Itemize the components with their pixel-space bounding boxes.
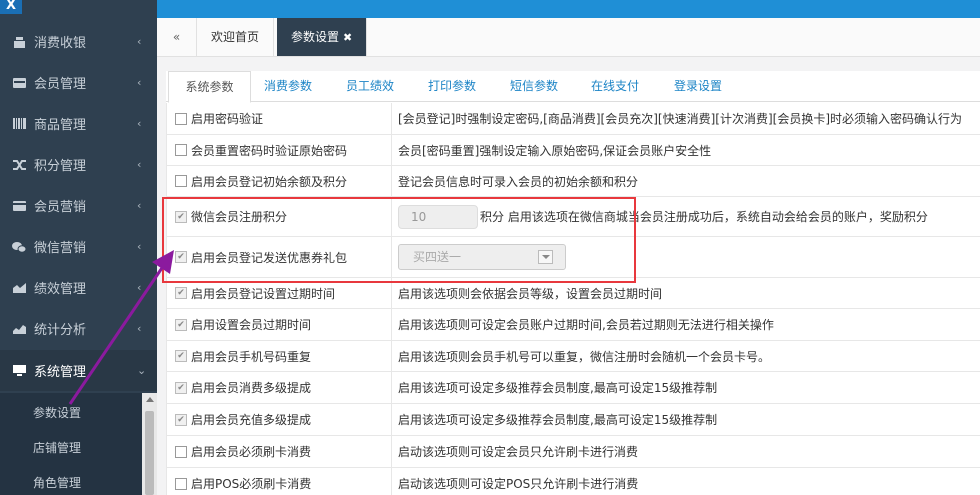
checkbox[interactable] <box>175 175 187 187</box>
subtab-consume[interactable]: 消费参数 <box>251 71 325 102</box>
sidebar-item-statistics[interactable]: 统计分析 ‹ <box>0 308 157 349</box>
sidebar-item-system[interactable]: 系统管理 ⌄ <box>0 350 157 391</box>
table-row: ✔ 启用会员充值多级提成 启用该选项可设定多级推荐会员制度,最高可设定15级推荐制 <box>166 404 980 436</box>
chevron-left-icon: ‹ <box>137 158 142 171</box>
subtab-sms[interactable]: 短信参数 <box>497 71 571 102</box>
table-row: ✔ 启用会员消费多级提成 启用该选项可设定多级推荐会员制度,最高可设定15级推荐制 <box>166 372 980 404</box>
chevron-left-icon: ‹ <box>137 240 142 253</box>
table-row: 启用会员登记初始余额及积分 登记会员信息时可录入会员的初始余额和积分 <box>166 166 980 197</box>
checkbox[interactable] <box>175 477 187 490</box>
subtab-print[interactable]: 打印参数 <box>415 71 489 102</box>
sidebar-item-performance[interactable]: 绩效管理 ‹ <box>0 267 157 308</box>
system-submenu: 参数设置 店铺管理 角色管理 <box>0 393 157 495</box>
table-row: ✔ 启用会员登记发送优惠券礼包 买四送一 <box>166 237 980 278</box>
logo-icon: X <box>0 0 22 14</box>
tab-params[interactable]: 参数设置 ✖ <box>277 18 368 56</box>
sidebar-item-points[interactable]: 积分管理 ‹ <box>0 144 157 185</box>
chevron-left-icon: ‹ <box>137 35 142 48</box>
chevron-left-icon: ‹ <box>137 281 142 294</box>
monitor-icon <box>12 364 26 378</box>
subtab-payment[interactable]: 在线支付 <box>578 71 652 102</box>
settings-panel: 系统参数 消费参数 员工绩效 打印参数 短信参数 在线支付 登录设置 启用密码验… <box>166 71 980 495</box>
tab-welcome[interactable]: 欢迎首页 <box>197 18 275 56</box>
sidebar-item-marketing[interactable]: 会员营销 ‹ <box>0 185 157 226</box>
sidebar-item-wechat[interactable]: 微信营销 ‹ <box>0 226 157 267</box>
subtab-staff[interactable]: 员工绩效 <box>333 71 407 102</box>
barcode-icon <box>12 117 26 131</box>
table-row: 启用POS必须刷卡消费 启动该选项则可设定POS只允许刷卡进行消费 <box>166 468 980 495</box>
coupon-package-select[interactable]: 买四送一 <box>398 244 566 270</box>
subtab-system[interactable]: 系统参数 <box>168 71 251 103</box>
chevron-left-icon: ‹ <box>137 322 142 335</box>
scrollbar-thumb[interactable] <box>145 411 154 495</box>
sidebar: X 消费收银 ‹ 会员管理 ‹ 商品管理 ‹ 积分管理 ‹ 会员营销 ‹ 微信营… <box>0 0 157 495</box>
top-header <box>157 0 980 18</box>
checkbox-checked[interactable]: ✔ <box>175 350 187 362</box>
checkbox-checked[interactable]: ✔ <box>175 287 187 299</box>
table-row: 启用密码验证 [会员登记]时强制设定密码,[商品消费][会员充次][快速消费][… <box>166 103 980 135</box>
checkbox-checked[interactable]: ✔ <box>175 381 187 394</box>
submenu-item-params[interactable]: 参数设置 <box>0 396 140 431</box>
sidebar-item-members[interactable]: 会员管理 ‹ <box>0 62 157 103</box>
table-row: ✔ 启用会员手机号码重复 启用该选项则会员手机号可以重复，微信注册时会随机一个会员… <box>166 341 980 372</box>
shuffle-icon <box>12 158 26 172</box>
id-card-icon <box>12 76 26 90</box>
chevron-left-icon: ‹ <box>137 117 142 130</box>
table-row: ✔ 启用会员登记设置过期时间 启用该选项则会依据会员等级，设置会员过期时间 <box>166 278 980 309</box>
table-row: 会员重置密码时验证原始密码 会员[密码重置]强制设定输入原始密码,保证会员账户安… <box>166 135 980 166</box>
subtab-login[interactable]: 登录设置 <box>659 71 737 102</box>
chevron-left-icon: ‹ <box>137 199 142 212</box>
main-content: 系统参数 消费参数 员工绩效 打印参数 短信参数 在线支付 登录设置 启用密码验… <box>157 57 980 495</box>
sidebar-item-products[interactable]: 商品管理 ‹ <box>0 103 157 144</box>
checkbox[interactable] <box>175 112 187 125</box>
chevron-down-icon: ⌄ <box>137 364 147 377</box>
dropdown-arrow-icon[interactable] <box>538 250 553 264</box>
credit-card-icon <box>12 199 26 213</box>
register-points-input[interactable] <box>398 204 478 229</box>
table-row: ✔微信会员注册积分 积分 启用该选项在微信商城当会员注册成功后，系统自动会给会员… <box>166 197 980 237</box>
area-chart-icon <box>12 281 26 295</box>
wechat-icon <box>12 240 26 254</box>
sidebar-item-checkout[interactable]: 消费收银 ‹ <box>0 21 157 62</box>
page-tabbar: « 欢迎首页 参数设置 ✖ <box>157 18 980 57</box>
bar-chart-icon <box>12 322 26 336</box>
checkbox-checked[interactable]: ✔ <box>175 210 187 223</box>
submenu-item-roles[interactable]: 角色管理 <box>0 466 140 495</box>
close-icon[interactable]: ✖ <box>343 31 352 44</box>
sidebar-scrollbar[interactable] <box>142 393 157 495</box>
checkbox-checked[interactable]: ✔ <box>175 251 187 263</box>
tab-scroll-left-icon[interactable]: « <box>157 18 197 56</box>
checkbox[interactable] <box>175 144 187 156</box>
settings-tabs: 系统参数 消费参数 员工绩效 打印参数 短信参数 在线支付 登录设置 <box>166 71 980 103</box>
checkbox[interactable] <box>175 445 187 458</box>
submenu-item-stores[interactable]: 店铺管理 <box>0 431 140 466</box>
scroll-up-icon[interactable] <box>146 397 154 402</box>
checkbox-checked[interactable]: ✔ <box>175 413 187 426</box>
checkbox-checked[interactable]: ✔ <box>175 318 187 331</box>
cash-register-icon <box>12 35 26 49</box>
chevron-left-icon: ‹ <box>137 76 142 89</box>
table-row: 启用会员必须刷卡消费 启动该选项则可设定会员只允许刷卡进行消费 <box>166 436 980 468</box>
table-row: ✔ 启用设置会员过期时间 启用该选项则可设定会员账户过期时间,会员若过期则无法进行… <box>166 309 980 341</box>
